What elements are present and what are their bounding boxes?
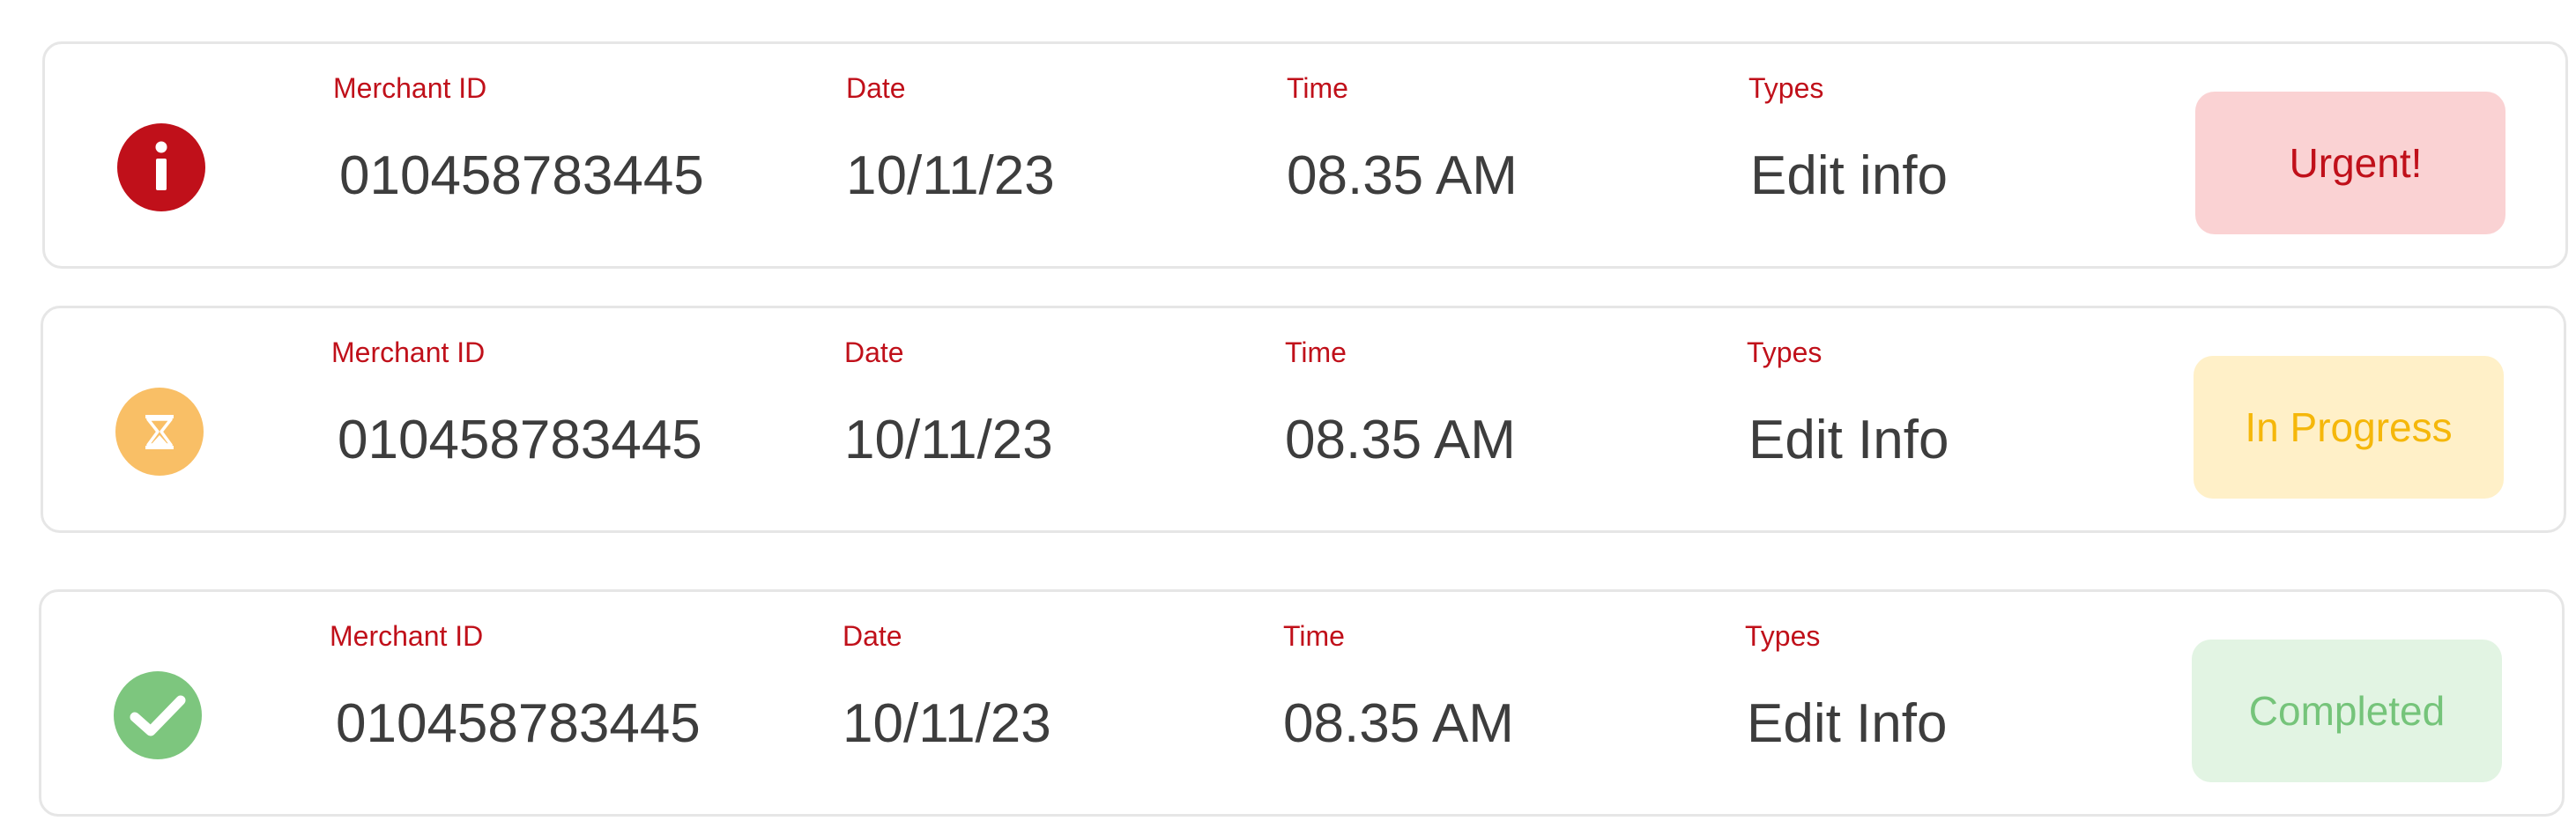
- types-label: Types: [1748, 72, 1824, 104]
- ticket-card[interactable]: Merchant ID 010458783445 Date 10/11/23 T…: [41, 306, 2566, 533]
- checkmark-icon: [114, 671, 202, 759]
- status-badge-in-progress[interactable]: In Progress: [2194, 356, 2504, 499]
- types-value: Edit Info: [1747, 693, 1948, 754]
- date-value: 10/11/23: [844, 410, 1053, 470]
- date-label: Date: [844, 337, 904, 368]
- merchant-id-label: Merchant ID: [331, 337, 486, 368]
- time-label: Time: [1283, 620, 1345, 652]
- types-value: Edit Info: [1748, 410, 1949, 470]
- time-value: 08.35 AM: [1287, 145, 1518, 206]
- ticket-card[interactable]: Merchant ID 010458783445 Date 10/11/23 T…: [39, 589, 2565, 817]
- merchant-id-label: Merchant ID: [333, 72, 487, 104]
- time-value: 08.35 AM: [1283, 693, 1514, 754]
- types-label: Types: [1745, 620, 1821, 652]
- status-badge-completed[interactable]: Completed: [2192, 640, 2502, 782]
- urgent-info-icon: [117, 123, 205, 211]
- date-value: 10/11/23: [846, 145, 1055, 206]
- merchant-id-label: Merchant ID: [330, 620, 484, 652]
- time-value: 08.35 AM: [1285, 410, 1516, 470]
- ticket-card[interactable]: Merchant ID 010458783445 Date 10/11/23 T…: [42, 41, 2568, 269]
- types-label: Types: [1747, 337, 1823, 368]
- time-label: Time: [1285, 337, 1347, 368]
- merchant-id-value: 010458783445: [339, 145, 704, 206]
- types-value: Edit info: [1750, 145, 1949, 206]
- date-value: 10/11/23: [843, 693, 1051, 754]
- merchant-id-value: 010458783445: [338, 410, 702, 470]
- time-label: Time: [1287, 72, 1348, 104]
- date-label: Date: [846, 72, 906, 104]
- hourglass-icon: [115, 388, 204, 476]
- date-label: Date: [843, 620, 902, 652]
- merchant-id-value: 010458783445: [336, 693, 701, 754]
- status-badge-urgent[interactable]: Urgent!: [2195, 92, 2505, 234]
